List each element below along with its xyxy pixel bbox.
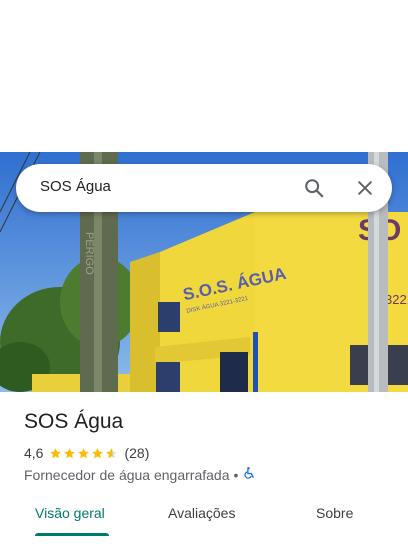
review-count[interactable]: (28) (124, 445, 149, 461)
tab-about[interactable]: Sobre (316, 505, 353, 521)
star-icon (50, 447, 62, 458)
tab-reviews[interactable]: Avaliações (168, 505, 235, 521)
right-phone: 3221-3 (385, 292, 408, 307)
star-icon (78, 447, 90, 458)
tab-overview[interactable]: Visão geral (35, 505, 105, 521)
star-icon (106, 447, 118, 458)
separator-dot: • (233, 466, 239, 483)
place-title: SOS Água (24, 410, 124, 433)
search-icon[interactable] (302, 176, 326, 200)
active-tab-indicator (35, 533, 109, 536)
top-blank-area (0, 0, 408, 152)
close-icon[interactable] (353, 176, 377, 200)
wheelchair-icon (242, 466, 256, 483)
star-rating (49, 447, 119, 460)
category-row: Fornecedor de água engarrafada • (24, 466, 256, 483)
tab-bar: Visão geral Avaliações Sobre (0, 500, 408, 544)
rating-value: 4,6 (24, 445, 44, 461)
category-label: Fornecedor de água engarrafada (24, 466, 230, 483)
rating-row[interactable]: 4,6 (28) (24, 445, 149, 461)
star-icon (64, 447, 76, 458)
place-info-panel: SOS Água 4,6 (28) Fornecedor de água eng… (0, 392, 408, 544)
star-icon (92, 447, 104, 458)
search-bar[interactable]: SOS Água (16, 164, 392, 212)
pole-text: PERIGO (83, 232, 95, 275)
search-input[interactable]: SOS Água (40, 178, 111, 195)
